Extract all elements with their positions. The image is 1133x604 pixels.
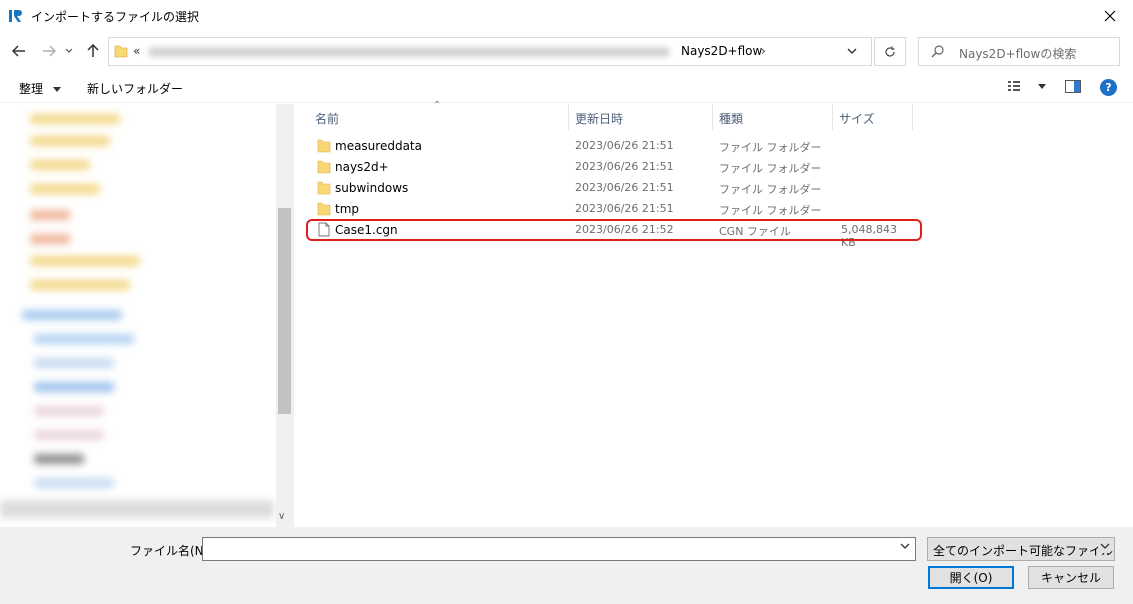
address-current-folder[interactable]: Nays2D+flow xyxy=(681,44,762,58)
folder-icon xyxy=(317,160,331,174)
scroll-down-icon[interactable]: ∨ xyxy=(278,511,285,522)
close-button[interactable] xyxy=(1087,0,1133,32)
file-name: tmp xyxy=(335,202,360,216)
file-name: measureddata xyxy=(335,139,422,153)
up-button[interactable] xyxy=(82,40,104,62)
file-date: 2023/06/26 21:51 xyxy=(575,202,674,215)
caret-down-icon xyxy=(1037,84,1046,89)
file-type: ファイル フォルダー xyxy=(719,204,822,217)
forward-button[interactable] xyxy=(38,40,60,62)
search-placeholder: Nays2D+flowの検索 xyxy=(959,47,1077,61)
nav-item-redacted[interactable] xyxy=(30,234,70,244)
search-box[interactable]: Nays2D+flowの検索 xyxy=(918,37,1120,66)
column-header-date[interactable]: 更新日時 xyxy=(569,104,713,130)
chevron-down-icon xyxy=(900,543,910,549)
address-path-redacted xyxy=(149,47,669,57)
file-type-select[interactable]: 全てのインポート可能なファイル (*.a xyxy=(927,537,1115,561)
command-bar: 整理 新しいフォルダー ? xyxy=(0,72,1133,103)
navigation-scrollbar[interactable]: ∨ xyxy=(276,104,293,527)
navigation-bar: « Nays2D+flow › Nays2D+flowの検索 xyxy=(0,32,1133,72)
organize-menu[interactable]: 整理 xyxy=(19,80,61,97)
nav-item-selected-redacted[interactable] xyxy=(0,500,274,518)
arrow-left-icon xyxy=(12,45,25,57)
nav-item-redacted[interactable] xyxy=(34,478,114,488)
column-header-name[interactable]: 名前 xyxy=(309,104,569,130)
nav-item-redacted[interactable] xyxy=(34,406,104,416)
arrow-up-icon xyxy=(87,44,99,57)
nav-item-redacted[interactable] xyxy=(34,358,114,368)
file-date: 2023/06/26 21:51 xyxy=(575,139,674,152)
file-type: ファイル フォルダー xyxy=(719,162,822,175)
highlight-annotation xyxy=(306,219,922,241)
chevron-down-icon xyxy=(65,48,73,53)
file-type-value: 全てのインポート可能なファイル (*.a xyxy=(933,544,1114,558)
chevron-down-icon xyxy=(847,48,857,54)
help-button[interactable]: ? xyxy=(1100,79,1117,96)
new-folder-button[interactable]: 新しいフォルダー xyxy=(87,80,183,97)
filename-input[interactable] xyxy=(202,537,916,561)
file-dialog-footer: ファイル名(N): 全てのインポート可能なファイル (*.a 開く(O) キャン… xyxy=(0,527,1133,604)
file-row-subwindows[interactable]: subwindows 2023/06/26 21:51 ファイル フォルダー xyxy=(305,177,913,198)
folder-icon xyxy=(317,139,331,153)
column-header-type[interactable]: 種類 xyxy=(713,104,833,130)
refresh-icon xyxy=(885,46,895,57)
file-type: ファイル フォルダー xyxy=(719,141,822,154)
file-list[interactable]: ⌃ 名前 更新日時 種類 サイズ measureddata 2023/06/26… xyxy=(295,100,1133,527)
nav-item-redacted[interactable] xyxy=(30,136,110,146)
organize-label: 整理 xyxy=(19,82,44,96)
nav-item-redacted[interactable] xyxy=(30,184,100,194)
column-date-label: 更新日時 xyxy=(575,112,624,126)
nav-item-redacted[interactable] xyxy=(30,256,140,266)
file-row-tmp[interactable]: tmp 2023/06/26 21:51 ファイル フォルダー xyxy=(305,198,913,219)
nav-item-redacted[interactable] xyxy=(22,310,122,320)
view-options-button[interactable] xyxy=(1008,80,1046,95)
address-separator[interactable]: › xyxy=(761,44,766,58)
file-name: nays2d+ xyxy=(335,160,389,174)
chevron-down-icon xyxy=(1098,542,1110,553)
close-icon xyxy=(1104,10,1116,22)
nav-item-redacted[interactable] xyxy=(30,114,120,124)
nav-item-redacted[interactable] xyxy=(34,430,104,440)
cancel-button[interactable]: キャンセル xyxy=(1028,566,1114,589)
folder-icon xyxy=(317,202,331,216)
nav-item-redacted[interactable] xyxy=(30,280,130,290)
navigation-pane[interactable]: ∨ xyxy=(0,104,294,527)
column-header-size[interactable]: サイズ xyxy=(833,104,913,130)
open-button[interactable]: 開く(O) xyxy=(928,566,1014,589)
back-button[interactable] xyxy=(8,40,30,62)
nav-item-redacted[interactable] xyxy=(34,334,134,344)
nav-item-redacted[interactable] xyxy=(34,454,84,464)
details-view-icon xyxy=(1008,81,1020,91)
file-date: 2023/06/26 21:51 xyxy=(575,181,674,194)
title-bar: インポートするファイルの選択 xyxy=(0,0,1133,32)
folder-icon xyxy=(317,181,331,195)
file-row-measureddata[interactable]: measureddata 2023/06/26 21:51 ファイル フォルダー xyxy=(305,135,913,156)
address-overflow[interactable]: « xyxy=(133,44,140,58)
nav-item-redacted[interactable] xyxy=(30,210,70,220)
preview-pane-button[interactable] xyxy=(1065,80,1081,96)
refresh-button[interactable] xyxy=(874,37,906,66)
column-size-label: サイズ xyxy=(839,112,875,126)
filename-label: ファイル名(N): xyxy=(130,544,213,558)
iric-app-icon xyxy=(9,10,22,22)
recent-locations-button[interactable] xyxy=(62,40,76,62)
file-name: subwindows xyxy=(335,181,409,195)
nav-item-redacted[interactable] xyxy=(30,160,90,170)
caret-down-icon xyxy=(52,87,61,92)
address-dropdown[interactable] xyxy=(847,44,857,58)
column-type-label: 種類 xyxy=(719,112,744,126)
window-title: インポートするファイルの選択 xyxy=(31,10,200,24)
file-row-nays2d[interactable]: nays2d+ 2023/06/26 21:51 ファイル フォルダー xyxy=(305,156,913,177)
column-name-label: 名前 xyxy=(315,112,340,126)
address-bar[interactable]: « Nays2D+flow › xyxy=(108,37,872,66)
nav-item-redacted[interactable] xyxy=(34,382,114,392)
arrow-right-icon xyxy=(43,45,56,57)
file-type: ファイル フォルダー xyxy=(719,183,822,196)
scrollbar-thumb[interactable] xyxy=(278,208,291,414)
file-date: 2023/06/26 21:51 xyxy=(575,160,674,173)
preview-pane-icon xyxy=(1065,80,1081,93)
folder-icon xyxy=(114,45,128,58)
search-icon xyxy=(931,45,944,58)
